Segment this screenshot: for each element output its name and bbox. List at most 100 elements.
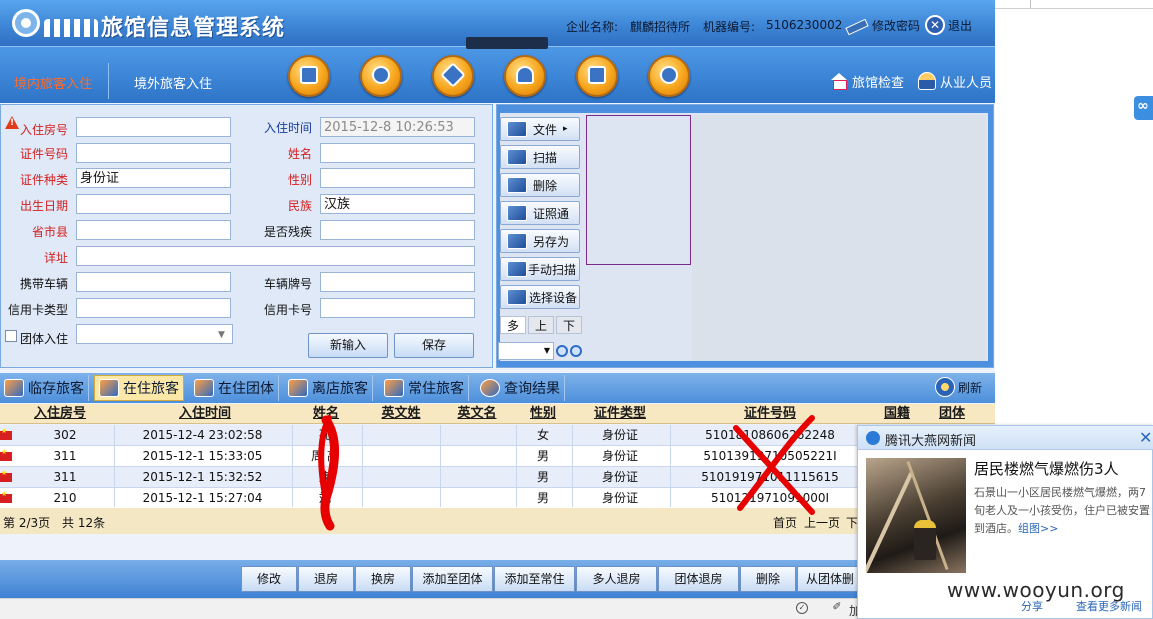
pin-icon[interactable]: ✐ <box>831 601 843 614</box>
table-row[interactable]: 311 2015-12-1 15:33:05 周 高 男 身份证 5101391… <box>0 446 995 467</box>
hotel-inspection-link[interactable]: 旅馆检查 <box>830 71 904 91</box>
col-group[interactable]: 团体 <box>930 404 974 424</box>
save-as-button[interactable]: 另存为 <box>500 229 580 253</box>
tab-temp-guests[interactable]: 临存旅客 <box>0 375 89 401</box>
app-window: 旅馆信息管理系统 企业名称: 麒麟招待所 机器编号: 5106230002 修改… <box>0 0 995 619</box>
search-icon[interactable] <box>360 55 402 97</box>
tab-departed-guests-label: 离店旅客 <box>312 381 368 397</box>
first-page-link[interactable]: 首页 <box>773 514 797 531</box>
table-row[interactable]: 210 2015-12-1 15:27:04 斌 男 身份证 510121971… <box>0 488 995 509</box>
cell-id-type: 身份证 <box>601 449 638 463</box>
tab-current-guests[interactable]: 在住旅客 <box>94 375 184 401</box>
tab-resident-guests[interactable]: 常住旅客 <box>380 375 469 401</box>
plate-input[interactable] <box>320 272 475 292</box>
change-room-button[interactable]: 换房 <box>355 566 411 592</box>
delete-icon <box>507 177 527 193</box>
register-icon[interactable] <box>288 55 330 97</box>
col-gender[interactable]: 性别 <box>518 404 568 424</box>
cell-time: 2015-12-4 23:02:58 <box>142 428 263 442</box>
file-button[interactable]: 文件 ▸ <box>500 117 580 141</box>
col-checkin-time[interactable]: 入住时间 <box>150 404 260 424</box>
col-id-type[interactable]: 证件类型 <box>580 404 660 424</box>
refresh-button[interactable]: 刷新 <box>935 377 982 397</box>
logout-label: 退出 <box>948 18 973 33</box>
address-input[interactable] <box>76 246 475 266</box>
share-float-icon[interactable] <box>1134 96 1153 120</box>
vehicle-input[interactable] <box>76 272 231 292</box>
delete-image-button[interactable]: 删除 <box>500 173 580 197</box>
checkin-time-input[interactable]: 2015-12-8 10:26:53 <box>320 117 475 137</box>
cell-id-number: 51018108606262248 <box>705 428 835 442</box>
remove-from-group-button[interactable]: 从团体删 <box>797 566 863 592</box>
police-logo-icon <box>8 7 100 39</box>
tab-foreign-checkin[interactable]: 境外旅客入住 <box>134 73 212 92</box>
col-english-name[interactable]: 英文名 <box>446 404 508 424</box>
china-flag-icon <box>0 469 12 482</box>
zoom-out-icon[interactable] <box>570 345 582 357</box>
table-row[interactable]: 311 2015-12-1 15:32:52 康 男 身份证 510191971… <box>0 467 995 488</box>
modify-button[interactable]: 修改 <box>241 566 297 592</box>
select-device-button[interactable]: 选择设备 <box>500 285 580 309</box>
birth-date-label: 出生日期 <box>19 199 68 213</box>
info-icon[interactable] <box>648 55 690 97</box>
ethnicity-select[interactable]: 汉族 <box>320 194 475 214</box>
logout-button[interactable]: ✕ 退出 <box>925 14 972 36</box>
delete-guest-button[interactable]: 删除 <box>740 566 796 592</box>
add-to-group-button[interactable]: 添加至团体 <box>412 566 493 592</box>
add-to-resident-button[interactable]: 添加至常住 <box>494 566 575 592</box>
col-english-surname[interactable]: 英文姓 <box>370 404 432 424</box>
multi-page-button[interactable]: 多 <box>500 316 526 334</box>
col-nationality[interactable]: 国籍 <box>875 404 919 424</box>
group-checkout-button[interactable]: 团体退房 <box>658 566 739 592</box>
card-number-input[interactable] <box>320 298 475 318</box>
close-icon[interactable]: ✕ <box>1139 428 1152 447</box>
col-name[interactable]: 姓名 <box>295 404 357 424</box>
room-input[interactable] <box>76 117 231 137</box>
birth-date-input[interactable] <box>76 194 231 214</box>
save-button[interactable]: 保存 <box>394 333 474 358</box>
zoom-select[interactable]: ▼ <box>498 342 554 360</box>
prev-image-button[interactable]: 上 <box>528 316 554 334</box>
nav-bar: 境内旅客入住 境外旅客入住 旅馆检查 从业人员 <box>0 37 995 103</box>
tab-current-groups-label: 在住团体 <box>218 381 274 397</box>
id-reader-button[interactable]: 证照通 <box>500 201 580 225</box>
manual-scan-button[interactable]: 手动扫描 <box>500 257 580 281</box>
card-type-input[interactable] <box>76 298 231 318</box>
plate-label: 车辆牌号 <box>263 277 312 291</box>
edit-icon[interactable] <box>432 55 474 97</box>
zoom-in-icon[interactable] <box>556 345 568 357</box>
id-type-select[interactable]: 身份证 <box>76 168 231 188</box>
region-input[interactable] <box>76 220 231 240</box>
multi-checkout-button[interactable]: 多人退房 <box>576 566 657 592</box>
disabled-select[interactable] <box>320 220 475 240</box>
next-image-button[interactable]: 下 <box>556 316 582 334</box>
compat-icon[interactable]: ✓ <box>796 602 808 614</box>
bed-icon <box>4 379 24 397</box>
china-flag-icon <box>0 490 12 503</box>
file-label: 文件 <box>533 122 558 137</box>
col-room[interactable]: 入住房号 <box>10 404 110 424</box>
id-number-input[interactable] <box>76 143 231 163</box>
gender-select[interactable] <box>320 168 475 188</box>
tab-query-results[interactable]: 查询结果 <box>476 375 565 401</box>
checkout-button[interactable]: 退房 <box>298 566 354 592</box>
scan-button[interactable]: 扫描 <box>500 145 580 169</box>
news-headline[interactable]: 居民楼燃气爆燃伤3人 <box>974 458 1119 479</box>
tab-departed-guests[interactable]: 离店旅客 <box>284 375 373 401</box>
news-image[interactable] <box>866 458 966 573</box>
tab-current-groups[interactable]: 在住团体 <box>190 375 279 401</box>
table-row[interactable]: 302 2015-12-4 23:02:58 孔 女 身份证 510181086… <box>0 425 995 446</box>
col-id-number[interactable]: 证件号码 <box>730 404 810 424</box>
staff-link[interactable]: 从业人员 <box>918 71 992 91</box>
prev-page-link[interactable]: 上一页 <box>804 514 840 531</box>
house-icon[interactable] <box>576 55 618 97</box>
more-pics-link[interactable]: 组图>> <box>1018 522 1058 535</box>
change-password-button[interactable]: 修改密码 <box>843 14 920 36</box>
name-input[interactable] <box>320 143 475 163</box>
user-icon[interactable] <box>504 55 546 97</box>
tab-domestic-checkin[interactable]: 境内旅客入住 <box>14 73 92 92</box>
disabled-label: 是否残疾 <box>263 225 312 239</box>
new-input-button[interactable]: 新输入 <box>308 333 388 358</box>
group-select[interactable] <box>76 324 233 344</box>
tab-current-guests-label: 在住旅客 <box>123 381 179 397</box>
